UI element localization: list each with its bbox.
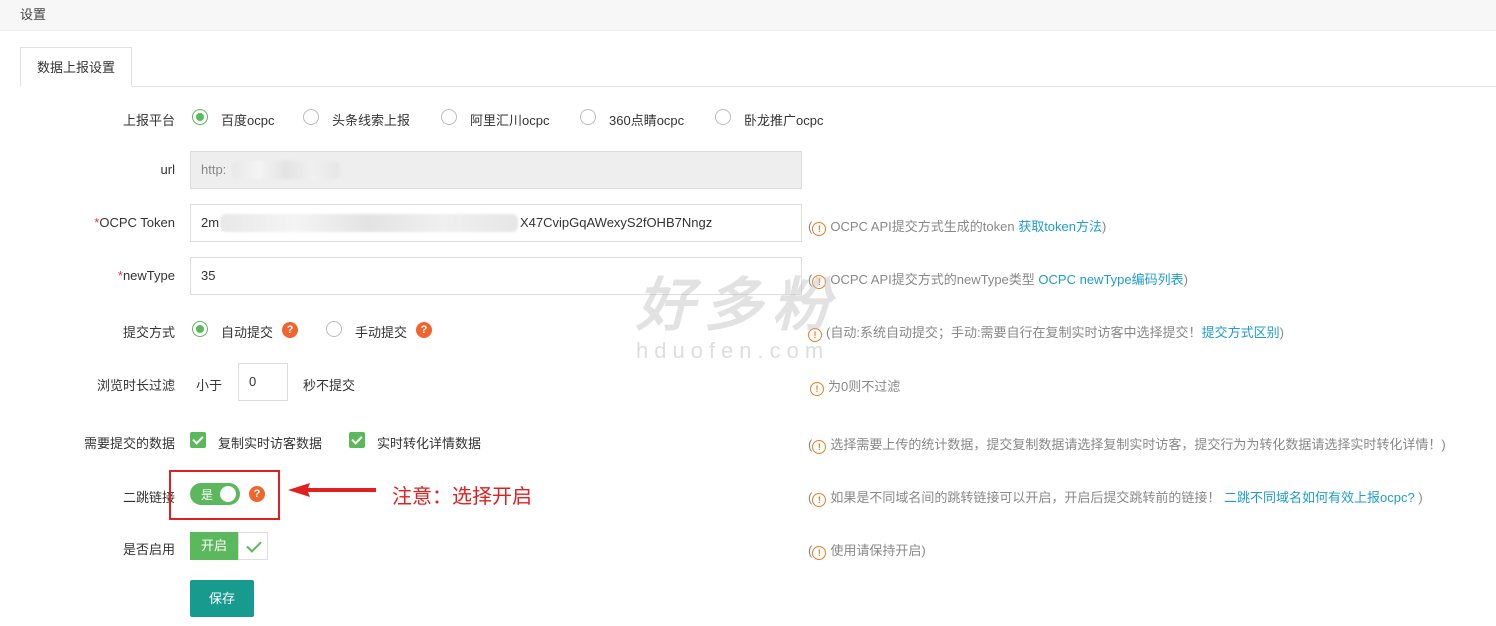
newtype-label: *newType [117, 268, 175, 283]
radio-ali[interactable] [441, 109, 457, 125]
url-label: url [160, 162, 175, 177]
token-hint: (! OCPC API提交方式生成的token 获取token方法) [808, 219, 1107, 236]
checkbox-conversion-details-label: 实时转化详情数据 [377, 436, 482, 451]
radio-360[interactable] [580, 109, 596, 125]
help-icon[interactable]: ? [282, 322, 298, 338]
watermark-logo: 好多粉 [636, 273, 841, 338]
radio-auto-submit[interactable] [192, 321, 208, 337]
token-label: *OCPC Token [94, 215, 175, 230]
radio-ali-label: 阿里汇川ocpc [470, 113, 550, 128]
submit-mode-label: 提交方式 [122, 325, 175, 340]
browse-filter-suffix: 秒不提交 [303, 378, 356, 393]
radio-auto-submit-label: 自动提交 [221, 325, 274, 340]
data-submit-hint: (! 选择需要上传的统计数据，提交复制数据请选择复制实时访客，提交行为为转化数据请… [808, 437, 1446, 454]
info-icon: ! [812, 493, 827, 507]
jump-link-help-link[interactable]: 二跳不同域名如何有效上报ocpc? [1224, 490, 1415, 505]
enable-button[interactable]: 开启 [190, 532, 238, 560]
jump-link-label: 二跳链接 [122, 490, 175, 505]
radio-360-label: 360点睛ocpc [609, 113, 685, 128]
radio-baidu-label: 百度ocpc [221, 113, 275, 128]
save-button[interactable]: 保存 [190, 580, 254, 617]
enable-check-icon[interactable] [238, 532, 268, 560]
radio-baidu[interactable] [192, 109, 208, 125]
info-icon: ! [812, 546, 827, 560]
info-icon: ! [810, 382, 824, 396]
token-redaction [220, 214, 518, 232]
newtype-value: 35 [201, 268, 216, 283]
annotation-arrow [288, 483, 376, 497]
platform-label: 上报平台 [122, 113, 175, 128]
browse-filter-hint: ! 为0则不过滤 [810, 376, 900, 396]
jump-link-hint: (! 如果是不同域名间的跳转链接可以开启，开启后提交跳转前的链接！ 二跳不同域名如… [808, 490, 1423, 507]
url-value: http: [201, 162, 227, 177]
help-icon[interactable]: ? [416, 322, 432, 338]
annotation-text: 注意：选择开启 [392, 486, 532, 508]
enabled-hint: (! 使用请保持开启) [808, 543, 926, 560]
token-value-start: 2m [201, 215, 220, 230]
token-help-link[interactable]: 获取token方法 [1018, 219, 1102, 234]
token-value-end: X47CvipGqAWexyS2fOHB7Nngz [520, 215, 713, 230]
newtype-list-link[interactable]: OCPC newType编码列表 [1038, 272, 1183, 287]
browse-filter-prefix: 小于 [196, 378, 223, 393]
page-title: 设置 [20, 7, 47, 22]
submit-mode-diff-link[interactable]: 提交方式区别 [1202, 325, 1280, 340]
checkbox-conversion-details[interactable] [349, 432, 365, 448]
radio-toutiao-label: 头条线索上报 [332, 113, 411, 128]
tab-divider [20, 86, 1496, 87]
submit-mode-hint: ! (自动:系统自动提交；手动:需要自行在复制实时访客中选择提交！提交方式区别) [808, 322, 1284, 342]
radio-manual-submit-label: 手动提交 [355, 325, 408, 340]
browse-duration-input[interactable]: 0 [238, 363, 288, 401]
checkbox-copy-visitors-label: 复制实时访客数据 [218, 436, 323, 451]
enabled-label: 是否启用 [122, 542, 175, 557]
browse-filter-label: 浏览时长过滤 [96, 378, 175, 393]
data-submit-label: 需要提交的数据 [83, 436, 175, 451]
info-icon: ! [812, 440, 827, 454]
info-icon: ! [812, 222, 827, 236]
browse-duration-value: 0 [249, 374, 257, 389]
radio-wolong[interactable] [715, 109, 731, 125]
url-redaction [232, 161, 340, 179]
newtype-hint: (! OCPC API提交方式的newType类型 OCPC newType编码列… [808, 272, 1188, 289]
tab-data-report-settings[interactable]: 数据上报设置 [20, 47, 132, 87]
radio-manual-submit[interactable] [326, 321, 342, 337]
radio-toutiao[interactable] [303, 109, 319, 125]
watermark-url: hduofen.com [636, 338, 830, 363]
top-bar: 设置 [0, 0, 1496, 31]
checkbox-copy-visitors[interactable] [190, 432, 206, 448]
radio-wolong-label: 卧龙推广ocpc [744, 113, 824, 128]
highlight-box [169, 470, 280, 520]
